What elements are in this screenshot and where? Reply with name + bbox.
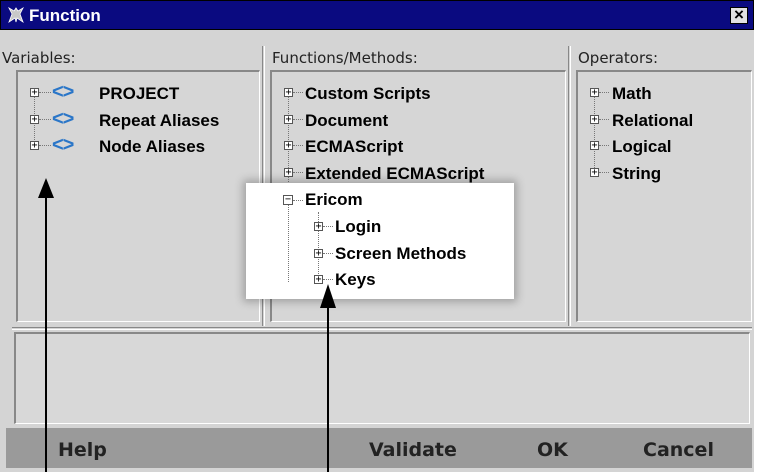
tree-line xyxy=(293,119,303,121)
help-button[interactable]: Help xyxy=(58,439,107,461)
annotation-arrow-icon xyxy=(38,178,54,472)
operators-tree[interactable] xyxy=(576,70,752,322)
tree-item-document[interactable]: Document xyxy=(305,111,388,133)
tree-item-node-aliases[interactable]: Node Aliases xyxy=(99,137,205,159)
variable-diamond-icon: <> xyxy=(52,108,74,130)
tree-item-string[interactable]: String xyxy=(612,164,661,186)
tree-line xyxy=(599,119,609,121)
divider[interactable] xyxy=(12,327,752,330)
tree-line xyxy=(288,202,290,282)
tree-item-screen-methods[interactable]: Screen Methods xyxy=(335,244,466,266)
tree-line xyxy=(594,92,596,174)
expand-icon[interactable]: + xyxy=(284,88,293,98)
tree-line xyxy=(599,145,609,147)
variable-diamond-icon: <> xyxy=(52,81,74,103)
tree-line xyxy=(39,119,51,121)
tree-item-ecmascript[interactable]: ECMAScript xyxy=(305,137,403,159)
expand-icon[interactable]: + xyxy=(590,88,599,98)
tree-line xyxy=(323,279,333,281)
tree-item-repeat-aliases[interactable]: Repeat Aliases xyxy=(99,111,219,133)
tree-item-login[interactable]: Login xyxy=(335,217,381,239)
expand-icon[interactable]: + xyxy=(30,141,39,151)
description-area[interactable] xyxy=(14,332,750,424)
tree-line xyxy=(323,253,333,255)
expand-icon[interactable]: + xyxy=(30,88,39,98)
tree-line xyxy=(293,145,303,147)
tree-line xyxy=(293,92,303,94)
expand-icon[interactable]: + xyxy=(284,141,293,151)
function-dialog: Function × Variables: Functions/Methods:… xyxy=(0,0,756,472)
tree-line xyxy=(39,92,51,94)
divider[interactable] xyxy=(568,46,571,326)
operators-label: Operators: xyxy=(578,49,659,67)
expand-icon[interactable]: + xyxy=(284,115,293,125)
tree-item-relational[interactable]: Relational xyxy=(612,111,693,133)
window-title: Function xyxy=(29,6,101,25)
title-bar[interactable]: Function × xyxy=(0,0,754,30)
expand-icon[interactable]: + xyxy=(314,275,323,285)
close-icon: × xyxy=(734,5,744,24)
tree-line xyxy=(599,172,609,174)
variables-label: Variables: xyxy=(2,49,76,67)
expand-icon[interactable]: + xyxy=(590,115,599,125)
expand-icon[interactable]: + xyxy=(30,115,39,125)
expand-icon[interactable]: + xyxy=(590,141,599,151)
expand-icon[interactable]: + xyxy=(590,168,599,178)
validate-button[interactable]: Validate xyxy=(369,439,457,461)
tree-line xyxy=(599,92,609,94)
tree-line xyxy=(293,172,303,174)
annotation-arrow-icon xyxy=(320,284,336,472)
expand-icon[interactable]: + xyxy=(314,222,323,232)
variable-diamond-icon: <> xyxy=(52,134,74,156)
tree-line xyxy=(323,226,333,228)
cancel-button[interactable]: Cancel xyxy=(643,439,714,461)
tree-line xyxy=(293,200,303,202)
tree-item-keys[interactable]: Keys xyxy=(335,270,376,292)
function-tool-icon xyxy=(8,6,24,24)
expand-icon[interactable]: + xyxy=(314,249,323,259)
ok-button[interactable]: OK xyxy=(537,439,568,461)
expand-icon[interactable]: + xyxy=(284,168,293,178)
close-button[interactable]: × xyxy=(730,5,748,24)
tree-item-math[interactable]: Math xyxy=(612,84,652,106)
tree-item-custom-scripts[interactable]: Custom Scripts xyxy=(305,84,431,106)
tree-item-project[interactable]: PROJECT xyxy=(99,84,179,106)
collapse-icon[interactable]: − xyxy=(283,195,293,205)
functions-label: Functions/Methods: xyxy=(272,49,418,67)
tree-item-ericom[interactable]: Ericom xyxy=(305,190,363,212)
tree-line xyxy=(39,145,51,147)
tree-item-logical[interactable]: Logical xyxy=(612,137,672,159)
